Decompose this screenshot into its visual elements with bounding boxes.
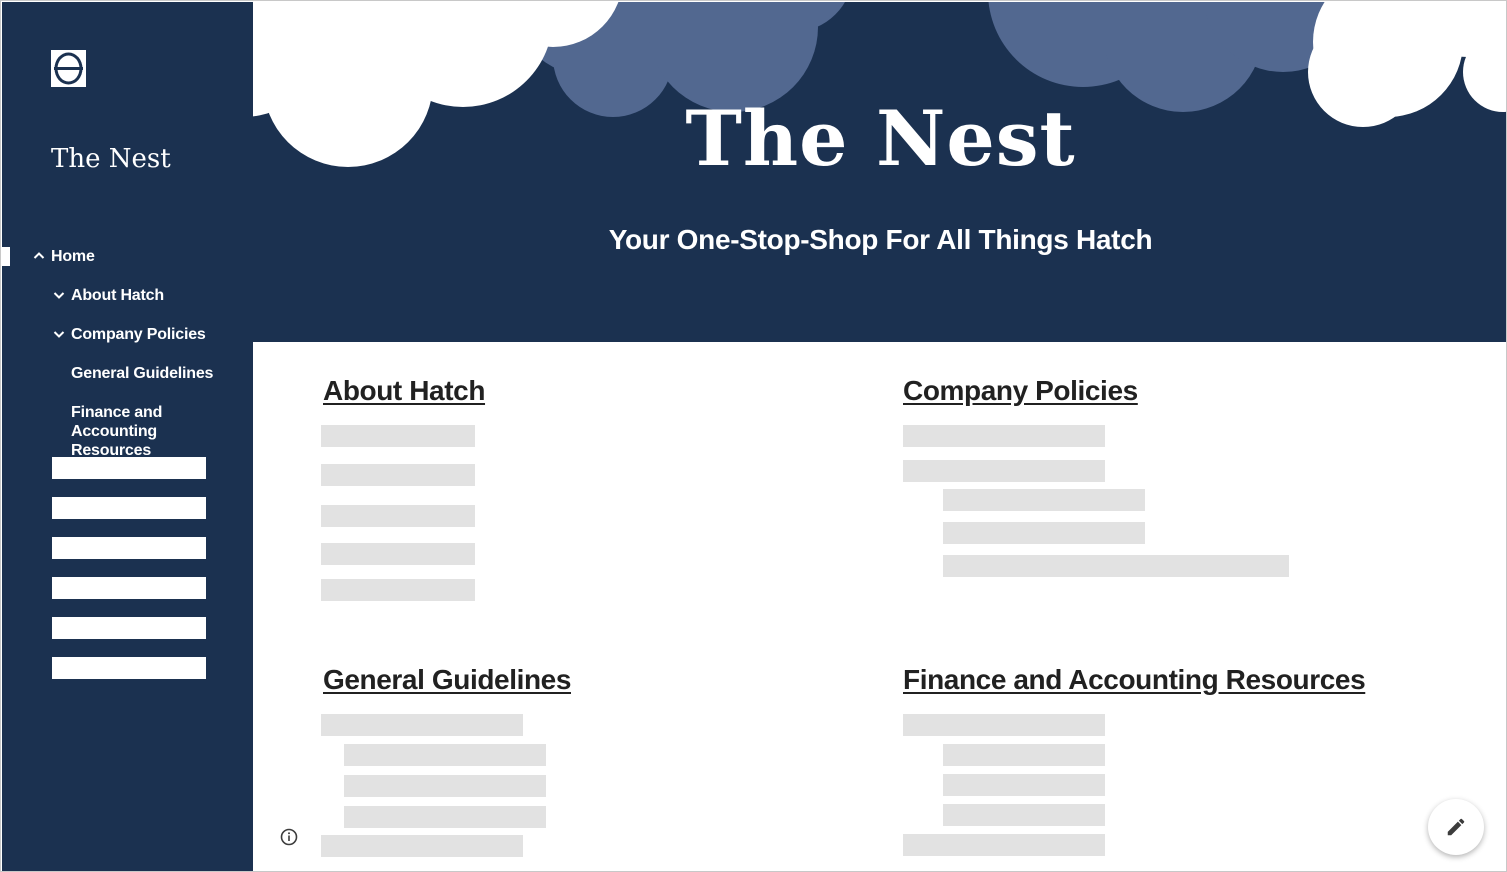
sidebar-item-general-guidelines[interactable]: General Guidelines <box>71 364 213 383</box>
sidebar-item-home[interactable]: Home <box>33 247 95 266</box>
sidebar-item-label: Company Policies <box>71 326 206 343</box>
placeholder-link <box>321 579 475 601</box>
placeholder-link <box>321 714 523 736</box>
sidebar-item-finance[interactable]: Finance and Accounting Resources <box>71 403 241 460</box>
sidebar-item-about-hatch[interactable]: About Hatch <box>53 286 164 305</box>
page-frame: The Nest Home About Hatch Company Polici… <box>0 0 1507 872</box>
sidebar-item-label: General Guidelines <box>71 365 214 382</box>
sidebar-placeholder <box>52 657 206 679</box>
sidebar-placeholder <box>52 457 206 479</box>
placeholder-link <box>344 775 546 797</box>
edit-button[interactable] <box>1428 799 1484 855</box>
sidebar: The Nest Home About Hatch Company Polici… <box>2 2 253 871</box>
placeholder-link <box>903 834 1105 856</box>
placeholder-link <box>943 804 1105 826</box>
pencil-icon <box>1447 818 1465 836</box>
placeholder-link <box>321 835 523 857</box>
sidebar-item-company-policies[interactable]: Company Policies <box>53 325 206 344</box>
placeholder-link <box>903 425 1105 447</box>
sidebar-item-label: Finance and Accounting Resources <box>71 404 163 459</box>
section-heading-company-policies[interactable]: Company Policies <box>903 375 1138 407</box>
page-subtitle: Your One-Stop-Shop For All Things Hatch <box>608 224 1153 255</box>
placeholder-link <box>943 555 1289 577</box>
placeholder-link <box>903 460 1105 482</box>
sidebar-placeholder <box>52 497 206 519</box>
site-title[interactable]: The Nest <box>51 144 171 174</box>
header-banner: The Nest Your One-Stop-Shop For All Thin… <box>253 2 1506 342</box>
section-heading-about-hatch[interactable]: About Hatch <box>323 375 485 407</box>
placeholder-link <box>943 489 1145 511</box>
section-heading-finance[interactable]: Finance and Accounting Resources <box>903 664 1366 696</box>
sidebar-placeholder <box>52 537 206 559</box>
placeholder-link <box>943 744 1105 766</box>
placeholder-link <box>943 522 1145 544</box>
sidebar-placeholder <box>52 617 206 639</box>
sidebar-item-label: Home <box>51 248 95 265</box>
placeholder-link <box>321 425 475 447</box>
placeholder-link <box>321 464 475 486</box>
chevron-up-icon[interactable] <box>33 250 45 262</box>
chevron-down-icon[interactable] <box>53 328 65 340</box>
page-title: The Nest <box>685 94 1076 183</box>
placeholder-link <box>943 774 1105 796</box>
placeholder-link <box>344 806 546 828</box>
placeholder-link <box>321 505 475 527</box>
section-heading-general-guidelines[interactable]: General Guidelines <box>323 664 571 696</box>
sidebar-placeholder <box>52 577 206 599</box>
chevron-down-icon[interactable] <box>53 289 65 301</box>
hatch-logo-icon[interactable] <box>51 50 86 87</box>
active-indicator <box>2 247 10 266</box>
placeholder-link <box>321 543 475 565</box>
info-icon[interactable] <box>279 827 299 847</box>
placeholder-link <box>344 744 546 766</box>
sidebar-item-label: About Hatch <box>71 287 164 304</box>
placeholder-link <box>903 714 1105 736</box>
